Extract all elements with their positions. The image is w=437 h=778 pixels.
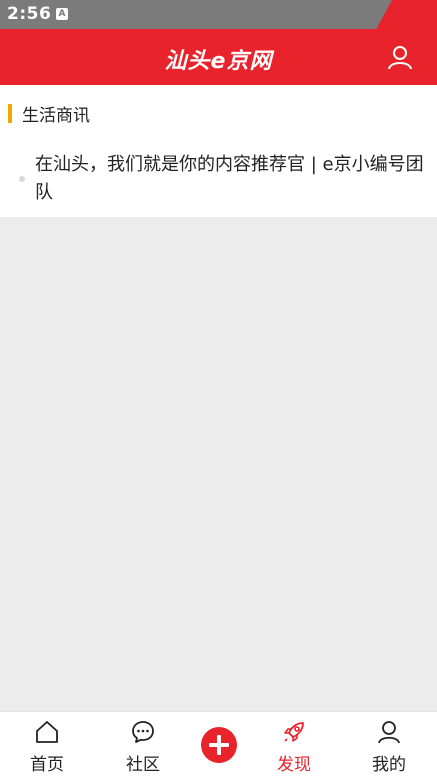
tab-community-label: 社区 [126,755,160,775]
status-bar: 2:56 A [0,0,437,29]
tab-home-label: 首页 [30,755,64,775]
section-header: 生活商讯 [8,103,90,126]
tab-home[interactable]: 首页 [12,712,82,778]
bullet-dot [19,176,25,182]
list-item[interactable]: 在汕头，我们就是你的内容推荐官 | e京小编号团队 [0,151,437,211]
rocket-icon [284,722,304,742]
tab-discover-label: 发现 [277,755,311,775]
tab-community[interactable]: 社区 [108,712,178,778]
tab-profile-label: 我的 [372,755,406,775]
home-icon [36,721,58,743]
section-accent-bar [8,103,12,123]
add-button[interactable] [201,727,237,763]
content-panel: 生活商讯 在汕头，我们就是你的内容推荐官 | e京小编号团队 [0,85,437,217]
user-icon[interactable] [387,44,413,70]
tab-discover[interactable]: 发现 [259,712,329,778]
bottom-tab-bar: 首页 社区 发现 我的 [0,711,437,778]
chat-icon [132,721,154,743]
user-icon [378,721,400,744]
app-bar: 汕头e京网 [0,29,437,85]
article-title[interactable]: 在汕头，我们就是你的内容推荐官 | e京小编号团队 [35,151,425,207]
app-logo: 汕头e京网 [164,49,273,74]
section-title: 生活商讯 [22,105,90,126]
tab-profile[interactable]: 我的 [354,712,424,778]
a-notification-icon: A [56,8,68,20]
status-time: 2:56 [7,4,52,24]
